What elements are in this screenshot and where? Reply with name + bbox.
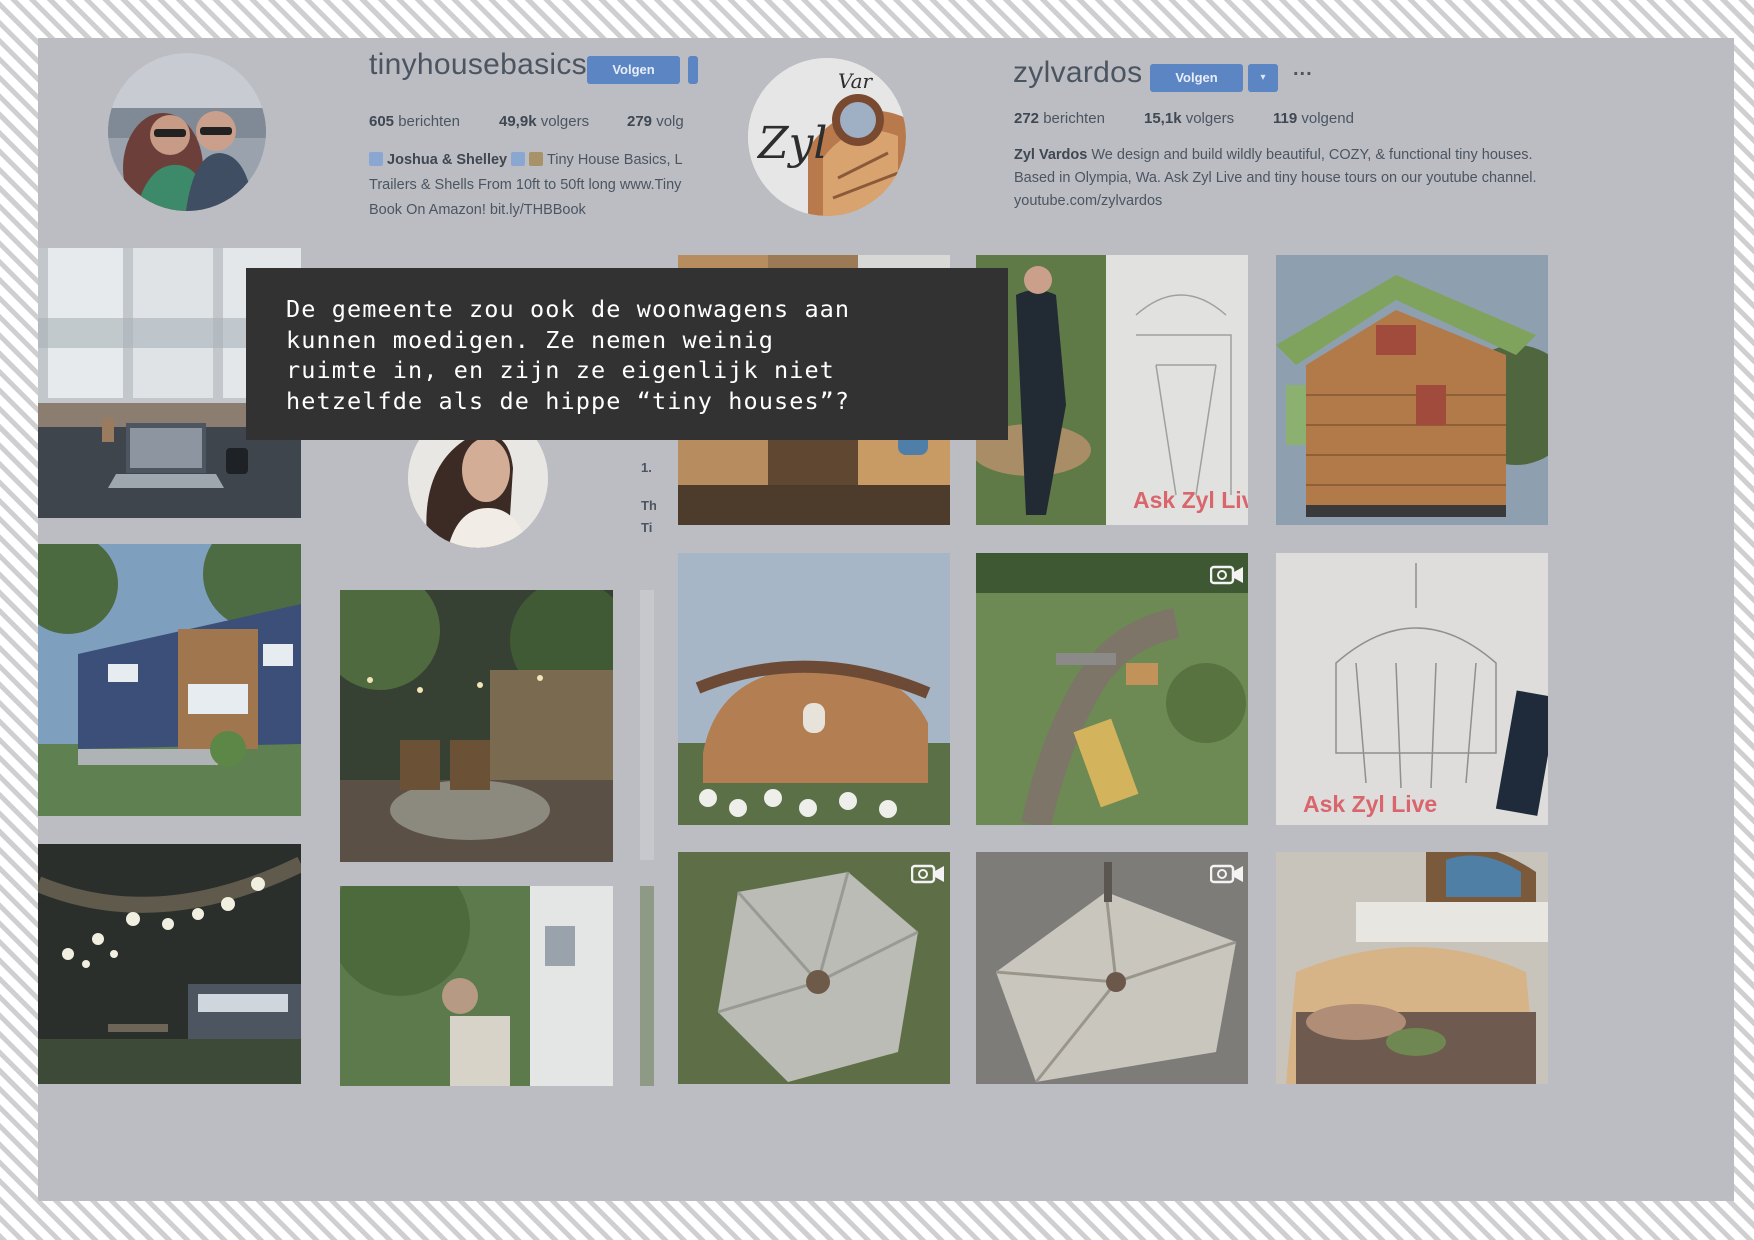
video-camera-icon (1209, 863, 1244, 885)
zylvardos-posts-count: 272 berichten (1014, 110, 1105, 127)
ask-zyl-live-overlay-1: Ask Zyl Live (1133, 487, 1248, 513)
zylvardos-logo-text-2: Var (838, 69, 874, 93)
tinyhousebasics-avatar[interactable] (108, 53, 266, 211)
zylvardos-username[interactable]: zylvardos (1013, 56, 1142, 90)
zylvardos-logo: Zyl Var (748, 58, 906, 216)
ask-zyl-live-overlay-2: Ask Zyl Live (1303, 791, 1438, 817)
tinyhousebasics-posts-count: 605 berichten (369, 113, 460, 130)
instagram-collage-panel: tinyhousebasics Volgen 605 berichten 49,… (38, 38, 1734, 1201)
post-aerial-field[interactable] (976, 553, 1248, 825)
post-earthen-dome-house[interactable] (678, 553, 950, 825)
post-interior-bed[interactable] (1276, 852, 1548, 1084)
tinyhousebasics-dropdown-button[interactable] (688, 56, 698, 84)
zylvardos-bio: Zyl Vardos We design and build wildly be… (1014, 144, 1614, 213)
tinyhousebasics-username[interactable]: tinyhousebasics (369, 48, 587, 82)
tinyhousebasics-follow-button[interactable]: Volgen (587, 56, 680, 84)
video-camera-icon (910, 863, 945, 885)
tinyhousebasics-following-count[interactable]: 279 volg (627, 113, 692, 130)
video-camera-icon (1209, 564, 1244, 586)
tinyhousebasics-bio: Joshua & Shelley Tiny House Basics, L Tr… (369, 148, 692, 223)
chevron-down-icon: ▾ (1260, 72, 1266, 83)
column-gap-strip (640, 590, 654, 860)
tinyhousebasics-bio-link[interactable]: Book On Amazon! bit.ly/THBBook (369, 198, 692, 223)
house-emoji-icon (529, 152, 544, 166)
post-string-lights-night[interactable] (38, 844, 301, 1084)
fast-forward-emoji-icon (511, 152, 526, 166)
zylvardos-bio-link[interactable]: youtube.com/zylvardos (1014, 190, 1614, 213)
rewind-emoji-icon (369, 152, 383, 166)
post-cedar-tiny-house[interactable] (1276, 255, 1548, 525)
zylvardos-following-count[interactable]: 119 volgend (1273, 110, 1354, 127)
caption-line-4: hetzelfde als de hippe “tiny houses”? (286, 386, 851, 415)
post-tower-sketch[interactable] (1276, 553, 1548, 825)
post-blue-tiny-house[interactable] (38, 544, 301, 816)
post-aerial-roof-1[interactable] (678, 852, 950, 1084)
zylvardos-avatar[interactable]: Zyl Var (748, 58, 906, 216)
zylvardos-follow-button[interactable]: Volgen (1150, 64, 1243, 92)
partial-bio-char-1: Th (641, 498, 656, 513)
caption-line-2: kunnen moedigen. Ze nemen weinig (286, 325, 774, 354)
zylvardos-logo-text: Zyl (756, 118, 828, 169)
partial-bio-char-2: Ti (641, 520, 653, 535)
zylvardos-followers-count[interactable]: 15,1k volgers (1144, 110, 1234, 127)
question-caption-box: De gemeente zou ook de woonwagens aan ku… (246, 268, 1008, 440)
post-builder-sketch[interactable] (976, 255, 1248, 525)
tinyhousebasics-followers-count[interactable]: 49,9k volgers (499, 113, 589, 130)
post-white-tiny-house-garden[interactable] (340, 886, 613, 1086)
column-gap-strip-2 (640, 886, 654, 1086)
couple-photo (108, 53, 266, 211)
caption-line-3: ruimte in, en zijn ze eigenlijk niet (286, 356, 835, 384)
zylvardos-more-options[interactable]: ... (1293, 58, 1313, 81)
post-backyard-garden[interactable] (340, 590, 613, 862)
partial-stat-char: 1. (641, 460, 652, 475)
post-aerial-roof-2[interactable] (976, 852, 1248, 1084)
zylvardos-dropdown-button[interactable]: ▾ (1248, 64, 1278, 92)
caption-line-1: De gemeente zou ook de woonwagens aan (286, 295, 851, 323)
